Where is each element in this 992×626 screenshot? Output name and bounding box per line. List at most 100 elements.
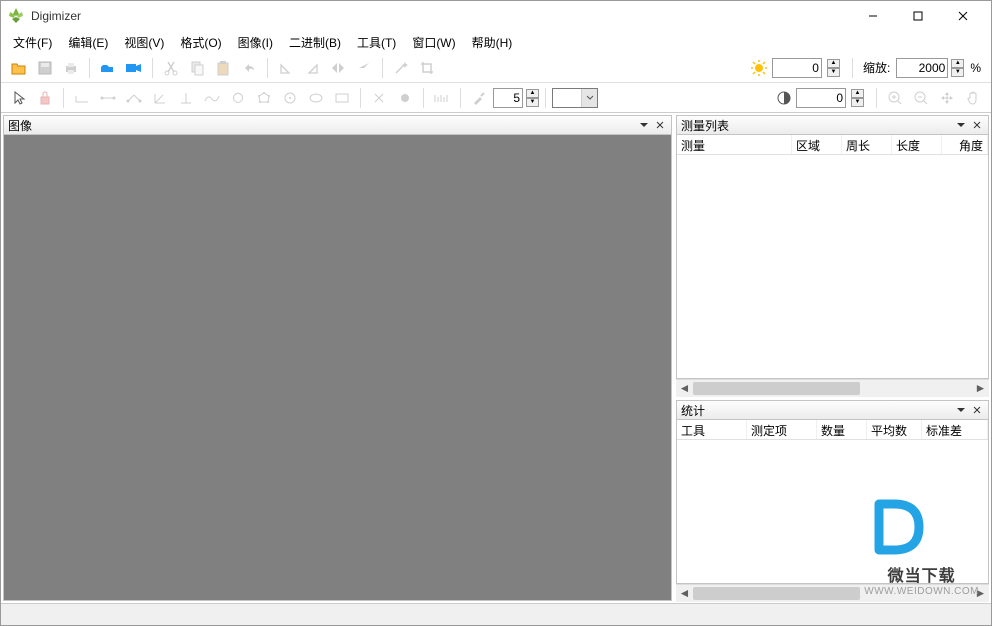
- zoom-in-icon[interactable]: [883, 86, 907, 110]
- ellipse-icon[interactable]: [304, 86, 328, 110]
- line-icon[interactable]: [96, 86, 120, 110]
- work-area: 图像 测量列表 测量 区域 周长 长度 角度 ◄►: [1, 113, 991, 603]
- panel-menu-icon[interactable]: [954, 118, 968, 132]
- rotate-right-icon[interactable]: [300, 56, 324, 80]
- polygon-icon[interactable]: [252, 86, 276, 110]
- menu-file[interactable]: 文件(F): [5, 32, 60, 53]
- col-area[interactable]: 区域: [792, 135, 842, 154]
- segment-icon[interactable]: [122, 86, 146, 110]
- ruler-icon[interactable]: [430, 86, 454, 110]
- menu-view[interactable]: 视图(V): [116, 32, 172, 53]
- stats-panel-title: 统计: [681, 402, 952, 419]
- menu-tools[interactable]: 工具(T): [349, 32, 404, 53]
- save-icon[interactable]: [33, 56, 57, 80]
- zoom-label: 缩放:: [863, 59, 890, 76]
- zoom-input[interactable]: 2000: [896, 58, 948, 78]
- contrast-down[interactable]: ▼: [851, 98, 864, 107]
- wand-icon[interactable]: [389, 56, 413, 80]
- col-angle[interactable]: 角度: [942, 135, 988, 154]
- stats-hscroll[interactable]: ◄►: [676, 584, 989, 601]
- path-icon[interactable]: [200, 86, 224, 110]
- measurements-panel-title: 测量列表: [681, 117, 952, 134]
- col-length[interactable]: 长度: [892, 135, 942, 154]
- col-mean[interactable]: 平均数: [867, 420, 922, 439]
- menu-bar: 文件(F) 编辑(E) 视图(V) 格式(O) 图像(I) 二进制(B) 工具(…: [1, 31, 991, 53]
- camera-icon[interactable]: [122, 56, 146, 80]
- col-tool[interactable]: 工具: [677, 420, 747, 439]
- acquire-icon[interactable]: [96, 56, 120, 80]
- rotate-left-icon[interactable]: [274, 56, 298, 80]
- separator: [876, 88, 877, 108]
- open-icon[interactable]: [7, 56, 31, 80]
- maximize-button[interactable]: [895, 2, 940, 30]
- stats-panel: 统计 工具 测定项 数量 平均数 标准差 ◄►: [676, 400, 989, 601]
- zoom-up[interactable]: ▲: [951, 59, 964, 68]
- col-stddev[interactable]: 标准差: [922, 420, 988, 439]
- zoom-down[interactable]: ▼: [951, 68, 964, 77]
- linewidth-up[interactable]: ▲: [526, 89, 539, 98]
- panel-menu-icon[interactable]: [954, 403, 968, 417]
- crop-icon[interactable]: [415, 56, 439, 80]
- closed-path-icon[interactable]: [226, 86, 250, 110]
- paste-icon[interactable]: [211, 56, 235, 80]
- close-button[interactable]: [940, 2, 985, 30]
- perpendicular-icon[interactable]: [174, 86, 198, 110]
- minimize-button[interactable]: [850, 2, 895, 30]
- linewidth-down[interactable]: ▼: [526, 98, 539, 107]
- col-measure[interactable]: 测量: [677, 135, 792, 154]
- app-logo-icon: [7, 7, 25, 25]
- marker-x-icon[interactable]: [367, 86, 391, 110]
- panel-close-icon[interactable]: [970, 403, 984, 417]
- separator: [89, 58, 90, 78]
- flip-v-icon[interactable]: [352, 56, 376, 80]
- menu-help[interactable]: 帮助(H): [464, 32, 521, 53]
- col-perimeter[interactable]: 周长: [842, 135, 892, 154]
- right-column: 测量列表 测量 区域 周长 长度 角度 ◄► 统计: [676, 113, 991, 603]
- pointer-icon[interactable]: [7, 86, 31, 110]
- brightness-icon: [750, 59, 768, 77]
- contrast-up[interactable]: ▲: [851, 89, 864, 98]
- linewidth-input[interactable]: 5: [493, 88, 523, 108]
- rectangle-icon[interactable]: [330, 86, 354, 110]
- contrast-group: 0 ▲▼: [770, 88, 870, 108]
- brightness-input[interactable]: 0: [772, 58, 822, 78]
- image-panel-header: 图像: [3, 115, 672, 135]
- undo-icon[interactable]: [237, 56, 261, 80]
- brightness-down[interactable]: ▼: [827, 68, 840, 77]
- title-bar: Digimizer: [1, 1, 991, 31]
- measurements-table[interactable]: 测量 区域 周长 长度 角度: [676, 135, 989, 379]
- panel-menu-icon[interactable]: [637, 118, 651, 132]
- stats-table[interactable]: 工具 测定项 数量 平均数 标准差: [676, 420, 989, 584]
- copy-icon[interactable]: [185, 56, 209, 80]
- menu-window[interactable]: 窗口(W): [404, 32, 463, 53]
- zoom-out-icon[interactable]: [909, 86, 933, 110]
- color-select[interactable]: [552, 88, 598, 108]
- circle-icon[interactable]: [278, 86, 302, 110]
- cut-icon[interactable]: [159, 56, 183, 80]
- col-item[interactable]: 测定项: [747, 420, 817, 439]
- lock-icon[interactable]: [33, 86, 57, 110]
- hand-icon[interactable]: [961, 86, 985, 110]
- menu-format[interactable]: 格式(O): [172, 32, 229, 53]
- panel-close-icon[interactable]: [653, 118, 667, 132]
- app-title: Digimizer: [31, 9, 850, 23]
- separator: [267, 58, 268, 78]
- length-icon[interactable]: [70, 86, 94, 110]
- image-canvas[interactable]: [3, 135, 672, 601]
- stats-panel-header: 统计: [676, 400, 989, 420]
- menu-binary[interactable]: 二进制(B): [281, 32, 349, 53]
- brightness-up[interactable]: ▲: [827, 59, 840, 68]
- print-icon[interactable]: [59, 56, 83, 80]
- panel-close-icon[interactable]: [970, 118, 984, 132]
- col-count[interactable]: 数量: [817, 420, 867, 439]
- separator: [152, 58, 153, 78]
- move-icon[interactable]: [935, 86, 959, 110]
- marker-dot-icon[interactable]: [393, 86, 417, 110]
- eyedropper-icon[interactable]: [467, 86, 491, 110]
- measurements-hscroll[interactable]: ◄►: [676, 379, 989, 396]
- menu-edit[interactable]: 编辑(E): [60, 32, 116, 53]
- angle-icon[interactable]: [148, 86, 172, 110]
- flip-h-icon[interactable]: [326, 56, 350, 80]
- contrast-input[interactable]: 0: [796, 88, 846, 108]
- menu-image[interactable]: 图像(I): [230, 32, 281, 53]
